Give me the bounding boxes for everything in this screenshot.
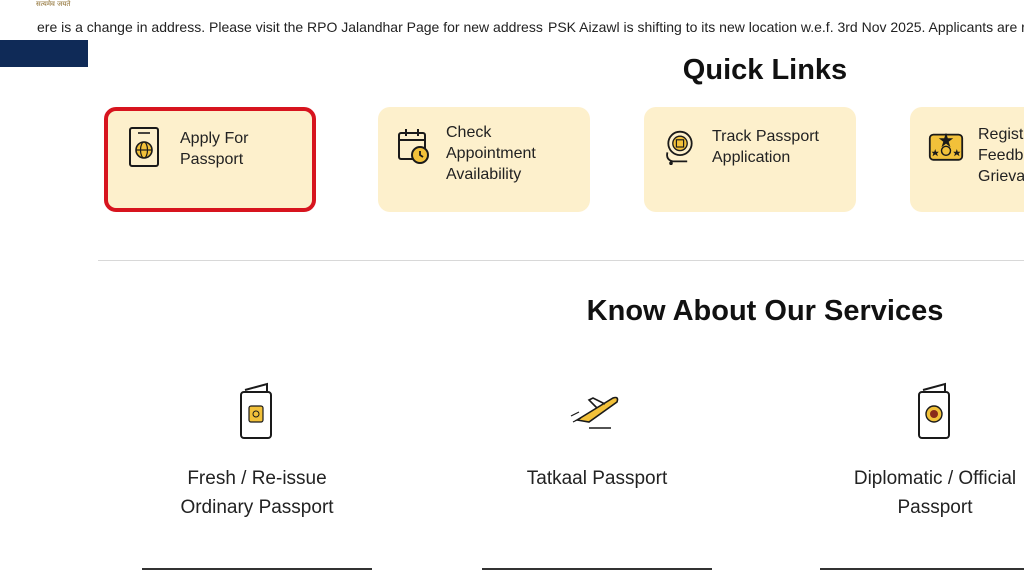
service-label: Diplomatic / Official Passport [853, 468, 1017, 518]
calendar-clock-icon [398, 129, 429, 164]
quick-link-check-appointment[interactable]: Check Appointment Availability [378, 107, 590, 212]
ticker-item[interactable]: ere is a change in address. Please visit… [37, 19, 543, 35]
quick-link-label: Regist Feedb Grieva [978, 126, 1024, 185]
service-label: Tatkaal Passport [526, 468, 668, 489]
service-label: Fresh / Re-issue Ordinary Passport [180, 468, 334, 518]
nav-bar [0, 40, 88, 67]
section-divider [98, 260, 1024, 261]
service-fresh-reissue[interactable]: Fresh / Re-issue Ordinary Passport [132, 380, 382, 570]
service-underline [142, 568, 372, 570]
diplomatic-passport-icon [918, 382, 950, 439]
quick-link-label: Check Appointment Availability [446, 124, 536, 183]
quick-link-label: Track Passport Application [712, 128, 819, 166]
service-tatkaal[interactable]: Tatkaal Passport [472, 380, 722, 570]
services-title: Know About Our Services [586, 295, 944, 327]
service-underline [482, 568, 712, 570]
quick-link-register-feedback[interactable]: Regist Feedb Grieva [910, 107, 1024, 212]
ticker-item[interactable]: PSK Aizawl is shifting to its new locati… [548, 19, 1024, 35]
emblem-tagline: सत्यमेव जयते [36, 0, 71, 8]
quick-link-label: Apply For Passport [180, 130, 249, 168]
ordinary-passport-icon [240, 382, 272, 439]
quick-link-apply-passport[interactable]: Apply For Passport [104, 107, 316, 212]
location-pin-icon [666, 130, 693, 165]
quick-link-track-application[interactable]: Track Passport Application [644, 107, 856, 212]
announcement-ticker: ere is a change in address. Please visit… [0, 14, 1024, 40]
passport-globe-icon [129, 127, 159, 167]
airplane-takeoff-icon [570, 396, 619, 429]
service-diplomatic-official[interactable]: Diplomatic / Official Passport [810, 380, 1024, 570]
feedback-star-icon [928, 132, 964, 161]
quick-links-title: Quick Links [682, 54, 848, 86]
service-underline [820, 568, 1024, 570]
